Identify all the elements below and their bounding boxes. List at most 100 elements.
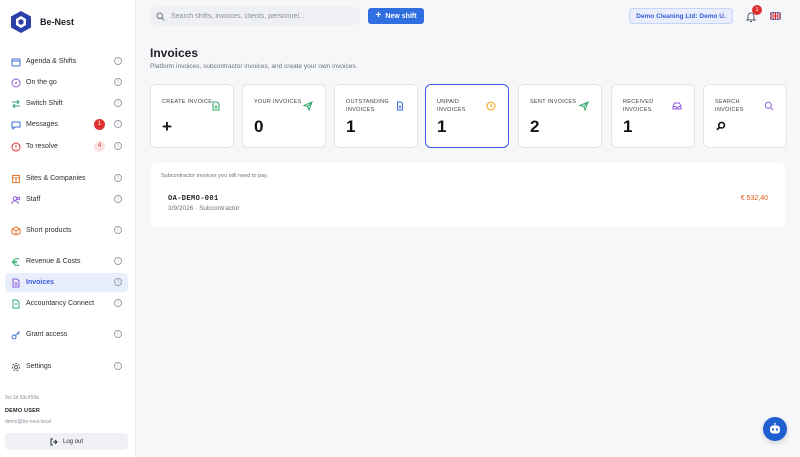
- build-version: 9cc1d 93c459a: [5, 395, 39, 401]
- building-icon: [11, 174, 21, 184]
- page-subtitle: Platform invoices, subcontractor invoice…: [150, 63, 358, 70]
- company-selector[interactable]: Demo Cleaning Ltd: Demo U.: [629, 8, 733, 24]
- info-icon[interactable]: i: [114, 142, 122, 150]
- card-create-invoice[interactable]: CREATE INVOICE +: [150, 84, 234, 148]
- sidebar-item-label: Sites & Companies: [26, 175, 86, 182]
- card-outstanding-invoices[interactable]: OUTSTANDING INVOICES 1: [334, 84, 418, 148]
- card-label: SENT INVOICES: [530, 99, 577, 105]
- card-label: UNPAID INVOICES: [437, 99, 466, 113]
- sidebar-item-staff[interactable]: Staff i: [5, 190, 128, 209]
- sidebar-item-short-products[interactable]: Short products i: [5, 221, 128, 240]
- notifications-badge: 1: [752, 5, 762, 15]
- card-search-invoices[interactable]: SEARCH INVOICES: [703, 84, 787, 148]
- euro-icon: [11, 257, 21, 267]
- logout-button[interactable]: Log out: [5, 433, 128, 450]
- sidebar-item-label: On the go: [26, 79, 57, 86]
- new-shift-label: New shift: [385, 12, 417, 20]
- invoice-number: OA-DEMO-001: [168, 195, 219, 203]
- flag-uk-icon[interactable]: [770, 12, 781, 20]
- chat-assistant-button[interactable]: [763, 417, 787, 441]
- sidebar-item-label: Revenue & Costs: [26, 258, 81, 265]
- card-value: 0: [254, 117, 264, 136]
- sidebar-item-label: Staff: [26, 196, 41, 203]
- calendar-icon: [11, 57, 21, 67]
- sidebar-item-label: Accountancy Connect: [26, 300, 95, 307]
- search-icon: [156, 12, 165, 21]
- card-value: +: [162, 117, 172, 136]
- info-icon[interactable]: i: [114, 195, 122, 203]
- info-icon[interactable]: i: [114, 257, 122, 265]
- send-icon: [578, 98, 589, 112]
- info-icon[interactable]: i: [114, 120, 122, 128]
- card-your-invoices[interactable]: YOUR INVOICES 0: [242, 84, 326, 148]
- inbox-icon: [672, 98, 682, 110]
- panel-note: Subcontractor invoices you still need to…: [161, 173, 268, 179]
- box-icon: [11, 225, 21, 236]
- message-icon: [11, 120, 21, 130]
- info-icon[interactable]: i: [114, 99, 122, 107]
- gear-icon: [11, 362, 21, 372]
- magnifier-icon: [716, 121, 726, 131]
- sidebar-item-on-the-go[interactable]: On the go i: [5, 73, 128, 92]
- card-label: RECEIVED INVOICES: [623, 99, 654, 113]
- new-shift-button[interactable]: + New shift: [368, 8, 424, 24]
- document-icon: [11, 299, 21, 309]
- page-title: Invoices: [150, 46, 199, 60]
- search-input[interactable]: [171, 12, 351, 20]
- document-icon: [395, 98, 405, 111]
- sidebar-item-label: Switch Shift: [26, 100, 63, 107]
- info-icon[interactable]: i: [114, 57, 122, 65]
- info-icon[interactable]: i: [114, 330, 122, 338]
- card-received-invoices[interactable]: RECEIVED INVOICES 1: [611, 84, 695, 148]
- sidebar-item-switch-shift[interactable]: Switch Shift i: [5, 94, 128, 113]
- sidebar-item-label: Short products: [26, 227, 72, 234]
- logout-label: Log out: [62, 438, 84, 445]
- brand[interactable]: Be-Nest: [10, 10, 74, 34]
- unpaid-invoices-panel: Subcontractor invoices you still need to…: [150, 163, 786, 227]
- info-icon[interactable]: i: [114, 226, 122, 234]
- search-bar[interactable]: [150, 7, 360, 25]
- users-icon: [11, 195, 21, 205]
- sidebar-item-label: Settings: [26, 363, 52, 370]
- sidebar-item-messages[interactable]: Messages 1 i: [5, 115, 128, 134]
- card-value: 1: [623, 117, 633, 136]
- sidebar-item-label: To resolve: [26, 143, 58, 150]
- user-email: demo@be-nest.local: [5, 419, 51, 425]
- sidebar-item-label: Agenda & Shifts: [26, 58, 77, 65]
- sidebar-item-label: Grant access: [26, 331, 68, 338]
- card-label: YOUR INVOICES: [254, 99, 302, 105]
- file-icon: [11, 278, 21, 288]
- sidebar-item-accountancy-connect[interactable]: Accountancy Connect i: [5, 294, 128, 313]
- info-icon[interactable]: i: [114, 78, 122, 86]
- sidebar-item-agenda-shifts[interactable]: Agenda & Shifts i: [5, 52, 128, 71]
- plus-icon: +: [375, 10, 382, 21]
- sidebar-item-revenue-costs[interactable]: Revenue & Costs i: [5, 252, 128, 271]
- brand-name: Be-Nest: [40, 17, 75, 27]
- card-label: SEARCH INVOICES: [715, 99, 744, 113]
- sidebar-item-invoices[interactable]: Invoices i: [5, 273, 128, 292]
- swap-icon: [11, 99, 21, 109]
- card-sent-invoices[interactable]: SENT INVOICES 2: [518, 84, 602, 148]
- sidebar-item-sites-companies[interactable]: Sites & Companies i: [5, 169, 128, 188]
- info-icon[interactable]: i: [114, 362, 122, 370]
- to-resolve-badge: 4: [94, 141, 105, 152]
- key-icon: [11, 330, 21, 340]
- sidebar-item-settings[interactable]: Settings i: [5, 357, 128, 376]
- messages-badge: 1: [94, 119, 105, 130]
- sidebar-item-to-resolve[interactable]: To resolve 4 i: [5, 137, 128, 156]
- info-icon[interactable]: i: [114, 278, 122, 286]
- card-value: 2: [530, 117, 540, 136]
- invoice-meta: 3/9/2026 · Subcontractor: [168, 205, 240, 212]
- card-label: CREATE INVOICE: [162, 99, 213, 105]
- logout-icon: [50, 438, 58, 445]
- search-icon: [764, 98, 774, 111]
- invoice-amount: € 532,40: [740, 195, 768, 202]
- send-icon: [302, 98, 313, 112]
- sidebar-item-grant-access[interactable]: Grant access i: [5, 325, 128, 344]
- sidebar: Be-Nest Agenda & Shifts i On the go i Sw…: [0, 0, 136, 457]
- info-icon[interactable]: i: [114, 174, 122, 182]
- info-icon[interactable]: i: [114, 299, 122, 307]
- alert-icon: [11, 142, 21, 152]
- card-label: OUTSTANDING INVOICES: [346, 99, 389, 113]
- card-unpaid-invoices[interactable]: UNPAID INVOICES 1: [425, 84, 509, 148]
